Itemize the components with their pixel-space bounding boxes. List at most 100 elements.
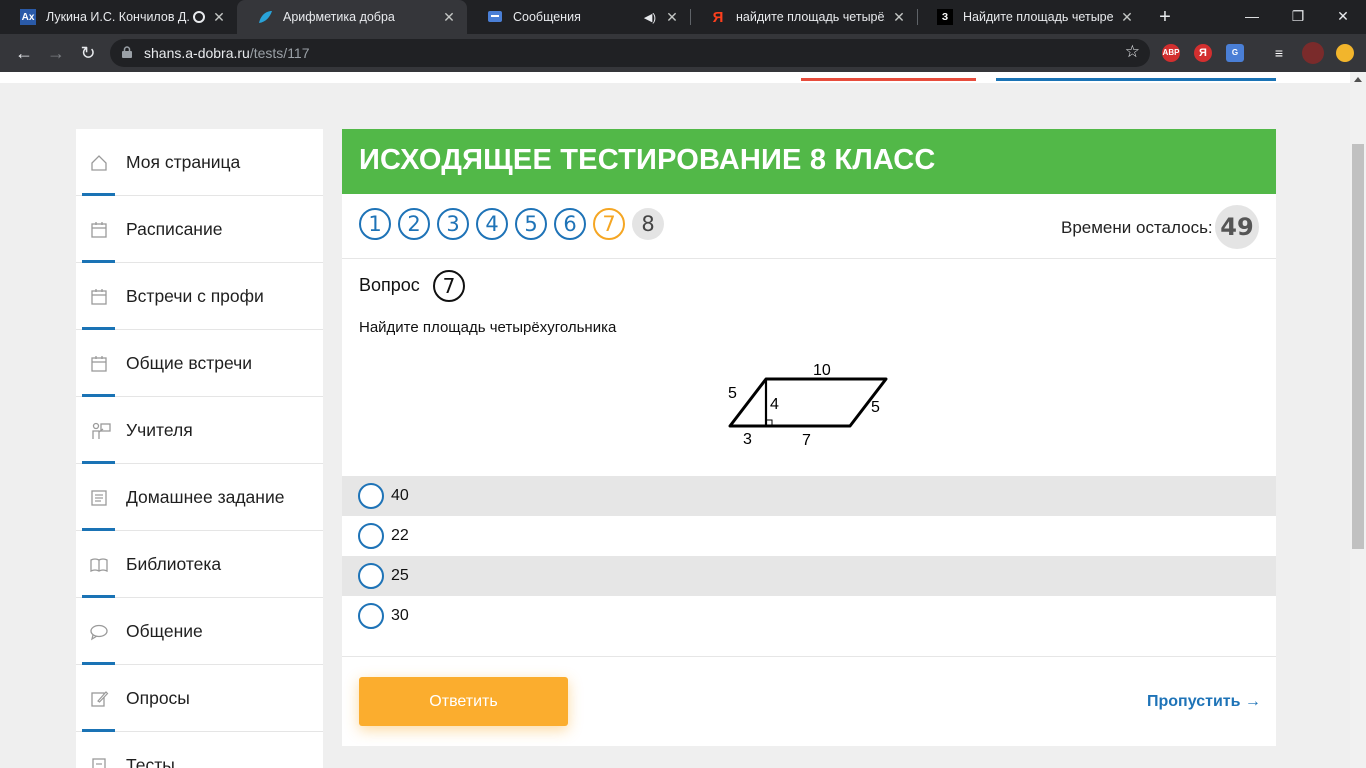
answer-option-label: 40 xyxy=(391,487,409,504)
close-tab-icon[interactable]: ✕ xyxy=(441,9,457,26)
tab-1[interactable]: Ax Лукина И.С. Кончилов Д. ✕ xyxy=(0,0,237,34)
address-bar[interactable]: shans.a-dobra.ru/tests/117 ☆ xyxy=(110,39,1150,67)
scroll-up-arrow[interactable] xyxy=(1354,77,1362,82)
restore-button[interactable]: ❐ xyxy=(1275,0,1321,34)
test-banner: ИСХОДЯЩЕЕ ТЕСТИРОВАНИЕ 8 КЛАСС xyxy=(342,129,1276,194)
test-card: ИСХОДЯЩЕЕ ТЕСТИРОВАНИЕ 8 КЛАСС 1 2 3 4 5… xyxy=(342,129,1276,746)
radio-button[interactable] xyxy=(358,483,384,509)
leaf-icon xyxy=(257,9,273,25)
translate-extension-icon[interactable]: G xyxy=(1226,44,1244,62)
page-scrollbar[interactable] xyxy=(1350,72,1366,768)
tab-5[interactable]: З Найдите площадь четырехуго ✕ xyxy=(917,0,1145,34)
sidebar-item-pro-meetings[interactable]: Встречи с профи xyxy=(76,263,323,330)
submit-answer-button[interactable]: Ответить xyxy=(359,677,568,726)
profile-avatar[interactable] xyxy=(1302,42,1324,64)
message-icon xyxy=(487,9,503,25)
question-nav-5[interactable]: 5 xyxy=(515,208,547,240)
sidebar-item-label: Общие встречи xyxy=(126,353,253,373)
close-tab-icon[interactable]: ✕ xyxy=(211,9,227,26)
sidebar-item-label: Домашнее задание xyxy=(126,487,285,507)
home-icon xyxy=(91,155,107,171)
answer-option-label: 25 xyxy=(391,567,409,584)
header-accent-blue xyxy=(996,78,1276,81)
media-control-icon[interactable]: ≡ xyxy=(1270,44,1288,62)
sidebar-item-tests[interactable]: Тесты xyxy=(76,732,323,768)
sidebar-item-homework[interactable]: Домашнее задание xyxy=(76,464,323,531)
answer-option[interactable]: 25 xyxy=(342,556,1276,596)
sidebar-item-chat[interactable]: Общение xyxy=(76,598,323,665)
adblock-extension-icon[interactable]: ABP xyxy=(1162,44,1180,62)
timer-badge: 49 xyxy=(1215,205,1259,249)
menu-icon[interactable] xyxy=(1336,44,1354,62)
question-nav-6[interactable]: 6 xyxy=(554,208,586,240)
close-window-button[interactable]: ✕ xyxy=(1320,0,1366,34)
tab-2[interactable]: Арифметика добра ✕ xyxy=(237,0,467,34)
back-button[interactable]: ← xyxy=(11,40,37,66)
sidebar-item-label: Встречи с профи xyxy=(126,286,264,306)
page: Моя страница Расписание Встречи с профи … xyxy=(0,72,1350,768)
sidebar: Моя страница Расписание Встречи с профи … xyxy=(76,129,323,768)
answer-option-label: 30 xyxy=(391,607,409,624)
calendar-icon xyxy=(91,222,107,238)
skip-link[interactable]: Пропустить → xyxy=(1147,693,1261,711)
question-navigation: 1 2 3 4 5 6 7 8 Времени осталось: 49 xyxy=(342,194,1276,259)
sidebar-item-label: Моя страница xyxy=(126,152,241,172)
scrollbar-thumb[interactable] xyxy=(1352,144,1364,549)
edit-icon xyxy=(91,691,109,707)
radio-button[interactable] xyxy=(358,523,384,549)
chat-icon xyxy=(90,624,108,641)
question-nav-3[interactable]: 3 xyxy=(437,208,469,240)
recording-icon xyxy=(193,11,205,23)
sidebar-item-common-meetings[interactable]: Общие встречи xyxy=(76,330,323,397)
answer-option[interactable]: 40 xyxy=(342,476,1276,516)
bookmark-star-icon[interactable]: ☆ xyxy=(1125,42,1140,62)
sidebar-item-my-page[interactable]: Моя страница xyxy=(76,129,323,196)
tab-4[interactable]: Я найдите площадь четырёхуго ✕ xyxy=(690,0,917,34)
question-nav-4[interactable]: 4 xyxy=(476,208,508,240)
figure-label-height: 4 xyxy=(770,396,779,413)
answer-option[interactable]: 22 xyxy=(342,516,1276,556)
calendar-icon xyxy=(91,356,107,372)
figure-label-right: 5 xyxy=(871,399,880,416)
sidebar-item-label: Учителя xyxy=(126,420,193,440)
yandex-extension-icon[interactable]: Я xyxy=(1194,44,1212,62)
tests-icon xyxy=(92,758,106,768)
yandex-icon: Я xyxy=(712,8,724,26)
page-title: ИСХОДЯЩЕЕ ТЕСТИРОВАНИЕ 8 КЛАСС xyxy=(359,144,936,176)
new-tab-button[interactable]: + xyxy=(1154,6,1176,28)
teacher-icon xyxy=(92,422,111,439)
browser-toolbar: ← → ↻ shans.a-dobra.ru/tests/117 ☆ ABP Я… xyxy=(0,34,1366,72)
close-tab-icon[interactable]: ✕ xyxy=(664,9,680,26)
question-nav-2[interactable]: 2 xyxy=(398,208,430,240)
question-nav-1[interactable]: 1 xyxy=(359,208,391,240)
divider xyxy=(342,656,1276,657)
radio-button[interactable] xyxy=(358,563,384,589)
sidebar-item-library[interactable]: Библиотека xyxy=(76,531,323,598)
url-text: shans.a-dobra.ru/tests/117 xyxy=(144,45,310,61)
lock-icon xyxy=(122,46,132,58)
figure-label-top: 10 xyxy=(813,362,831,379)
close-tab-icon[interactable]: ✕ xyxy=(891,9,907,26)
minimize-button[interactable]: — xyxy=(1229,0,1275,34)
answer-option[interactable]: 30 xyxy=(342,596,1276,636)
speaker-icon[interactable]: ◀) xyxy=(644,11,656,24)
forward-button[interactable]: → xyxy=(43,40,69,66)
tab-title: Арифметика добра xyxy=(283,10,395,24)
radio-button[interactable] xyxy=(358,603,384,629)
question-text: Найдите площадь четырёхугольника xyxy=(359,319,617,336)
question-nav-8[interactable]: 8 xyxy=(632,208,664,240)
sidebar-item-label: Опросы xyxy=(126,688,190,708)
sidebar-item-teachers[interactable]: Учителя xyxy=(76,397,323,464)
reload-button[interactable]: ↻ xyxy=(75,40,101,66)
book-icon xyxy=(90,558,108,573)
close-tab-icon[interactable]: ✕ xyxy=(1119,9,1135,26)
tab-3[interactable]: Сообщения ◀) ✕ xyxy=(467,0,690,34)
question-nav-7[interactable]: 7 xyxy=(593,208,625,240)
adobe-acrobat-icon: Ax xyxy=(20,9,36,25)
sidebar-item-schedule[interactable]: Расписание xyxy=(76,196,323,263)
answer-option-label: 22 xyxy=(391,527,409,544)
figure-label-left: 5 xyxy=(728,385,737,402)
question-number-badge: 7 xyxy=(433,270,465,302)
calendar-icon xyxy=(91,289,107,305)
sidebar-item-surveys[interactable]: Опросы xyxy=(76,665,323,732)
